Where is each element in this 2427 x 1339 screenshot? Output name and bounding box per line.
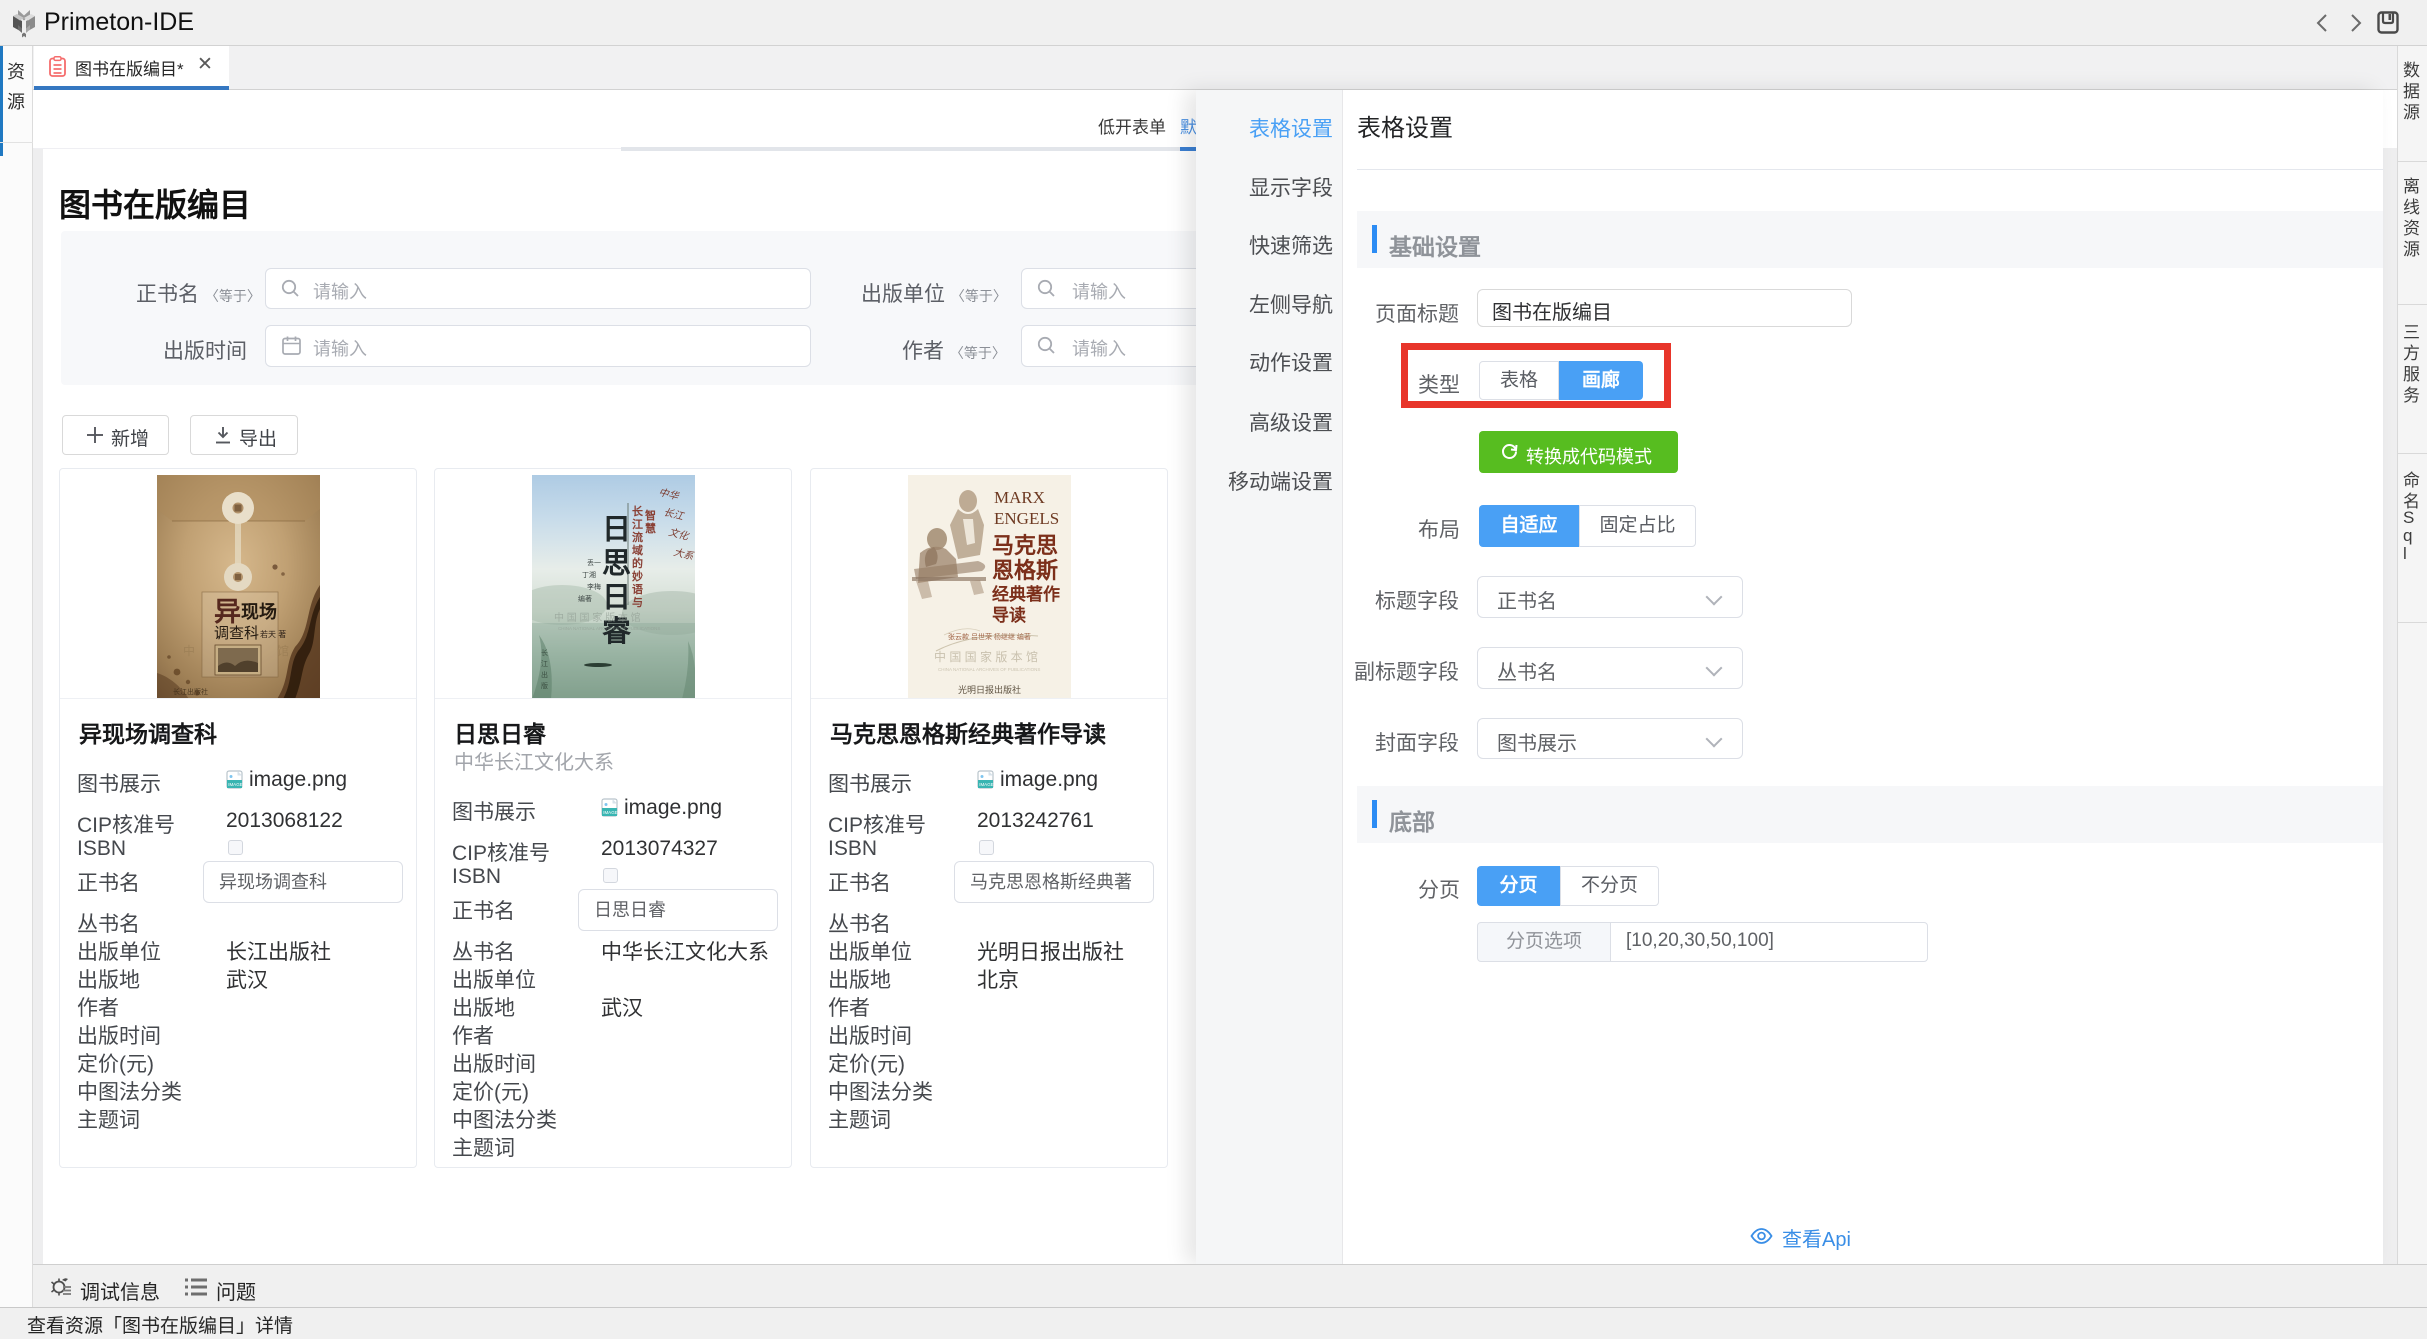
svg-text:CHINA NATIONAL ARCHIVES OF PUB: CHINA NATIONAL ARCHIVES OF PUBLICATIONS xyxy=(558,626,660,631)
svg-text:编著: 编著 xyxy=(578,594,592,603)
svg-text:版: 版 xyxy=(541,681,548,690)
svg-text:光明日报出版社: 光明日报出版社 xyxy=(958,684,1021,695)
svg-text:语: 语 xyxy=(632,582,643,596)
svg-text:慧: 慧 xyxy=(645,521,656,535)
svg-text:馆: 馆 xyxy=(277,643,289,658)
svg-text:流: 流 xyxy=(632,530,643,544)
svg-text:IMAGE: IMAGE xyxy=(228,782,243,787)
svg-text:出: 出 xyxy=(541,670,548,679)
svg-text:调查科: 调查科 xyxy=(214,625,259,642)
svg-text:长江出版社: 长江出版社 xyxy=(173,687,208,696)
svg-text:恩格斯: 恩格斯 xyxy=(992,558,1058,583)
svg-text:丢一: 丢一 xyxy=(587,558,601,567)
svg-text:日: 日 xyxy=(602,514,631,546)
svg-text:若天 著: 若天 著 xyxy=(260,629,286,639)
svg-text:的: 的 xyxy=(632,556,643,570)
svg-text:思: 思 xyxy=(602,548,631,580)
svg-text:现场: 现场 xyxy=(241,602,277,622)
svg-text:域: 域 xyxy=(632,543,643,557)
svg-text:MARX: MARX xyxy=(994,488,1045,507)
svg-text:与: 与 xyxy=(632,596,643,609)
svg-text:江: 江 xyxy=(632,517,643,531)
svg-text:长: 长 xyxy=(541,648,548,657)
svg-text:马克思: 马克思 xyxy=(992,533,1058,558)
svg-text:长: 长 xyxy=(632,504,644,518)
svg-text:妙: 妙 xyxy=(632,569,643,583)
svg-text:IMAGE: IMAGE xyxy=(979,782,994,787)
svg-text:智: 智 xyxy=(645,508,656,522)
svg-text:中 国 国 家 版 本 馆: 中 国 国 家 版 本 馆 xyxy=(934,649,1038,664)
svg-text:IMAGE: IMAGE xyxy=(603,810,618,815)
svg-text:日: 日 xyxy=(602,582,631,614)
svg-text:江: 江 xyxy=(541,660,548,668)
svg-text:丁湘: 丁湘 xyxy=(582,570,596,579)
svg-text:中 国 国 家 版 本 馆: 中 国 国 家 版 本 馆 xyxy=(554,611,641,624)
svg-text:ENGELS: ENGELS xyxy=(994,509,1059,528)
svg-text:李梅: 李梅 xyxy=(587,582,601,591)
svg-text:CHINA NATIONAL ARCHIVES OF PUB: CHINA NATIONAL ARCHIVES OF PUBLICATIONS xyxy=(938,667,1040,672)
svg-text:导读: 导读 xyxy=(992,605,1026,625)
svg-text:中: 中 xyxy=(183,643,195,658)
svg-text:异: 异 xyxy=(214,597,241,627)
svg-text:经典著作: 经典著作 xyxy=(992,584,1060,604)
